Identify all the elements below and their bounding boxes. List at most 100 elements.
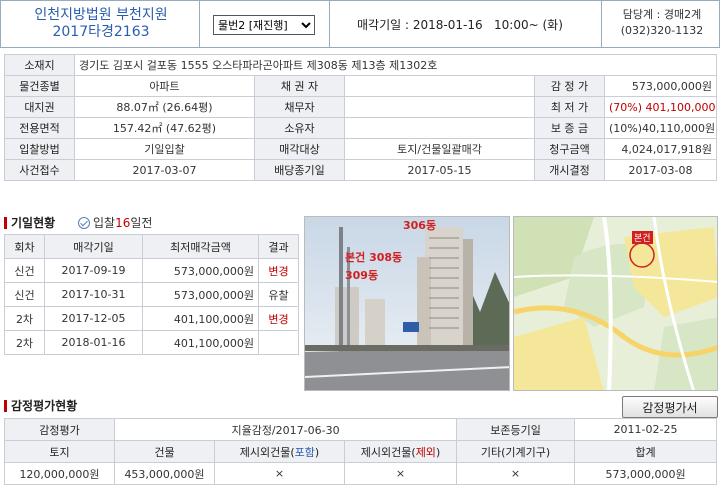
column-header: 합계: [574, 440, 718, 463]
registration-value: 2011-02-25: [574, 418, 718, 441]
price-cell: 401,100,000원: [142, 306, 259, 331]
deposit-value: (10%)40,110,000원: [604, 117, 717, 139]
info-label: 입찰방법: [4, 138, 75, 160]
info-label: 전용면적: [4, 117, 75, 139]
info-label: 사건접수: [4, 159, 75, 181]
column-header: 최저매각금액: [142, 234, 259, 259]
info-label: 대지권: [4, 96, 75, 118]
land-value: 120,000,000원: [4, 462, 115, 485]
info-label: 최 저 가: [534, 96, 605, 118]
info-value: [344, 117, 535, 139]
info-label: 배당종기일: [254, 159, 345, 181]
item-select[interactable]: 물번2 [재진행]: [213, 15, 315, 35]
table-row: 대지권 88.07㎡ (26.64평) 채무자 최 저 가 (70%) 401,…: [4, 96, 717, 118]
map-marker[interactable]: 본건: [632, 231, 653, 244]
table-row: 입찰방법 기일입찰 매각대상 토지/건물일괄매각 청구금액 4,024,017,…: [4, 138, 717, 160]
included-tag: 포함: [294, 445, 315, 459]
info-value: 157.42㎡ (47.62평): [74, 117, 255, 139]
minimum-price: (70%) 401,100,000원: [604, 96, 717, 118]
building-photo-image: [305, 217, 509, 390]
auction-date-label: 매각기일: [357, 18, 402, 32]
appraised-price: 573,000,000원: [604, 75, 717, 97]
excluded-tag: 제외: [415, 445, 436, 459]
property-photo[interactable]: 306동 본건 308동 309동: [304, 216, 510, 391]
info-value: 2017-05-15: [344, 159, 535, 181]
court-name: 인천지방법원 부천지원: [34, 7, 168, 23]
info-label: 소유자: [254, 117, 345, 139]
registration-label: 보존등기일: [456, 418, 576, 441]
tender-days: 16: [115, 215, 131, 230]
result-cell: [258, 330, 299, 355]
total-value: 573,000,000원: [574, 462, 718, 485]
info-value: 2017-03-07: [74, 159, 255, 181]
round-cell: 2차: [4, 306, 45, 331]
auction-history-table: 회차 매각기일 최저매각금액 결과 신건 2017-09-19 573,000,…: [4, 234, 299, 355]
auction-date: 매각기일 : 2018-01-16 10:00~ (화): [357, 16, 563, 33]
column-header: 건물: [114, 440, 215, 463]
appraisal-section-title: 감정평가현황: [4, 397, 77, 414]
date-cell: 2018-01-16: [44, 330, 143, 355]
column-header: 제시외건물(제외): [343, 440, 458, 463]
case-number: 2017타경2163: [52, 24, 150, 40]
round-cell: 2차: [4, 330, 45, 355]
info-value: 아파트: [74, 75, 255, 97]
price-cell: 573,000,000원: [142, 258, 259, 283]
label-308: 본건 308동: [345, 251, 403, 264]
appraisal-table: 감정평가 지율감정/2017-06-30 보존등기일 2011-02-25 토지…: [4, 418, 718, 485]
property-info-table: 소재지 경기도 김포시 걸포동 1555 오스타파라곤아파트 제308동 제13…: [4, 54, 717, 181]
history-title: 기일현황: [11, 216, 56, 230]
info-label: 매각대상: [254, 138, 345, 160]
info-value: 토지/건물일괄매각: [344, 138, 535, 160]
extra-excluded-value: ×: [343, 462, 458, 485]
result-cell: 변경: [258, 306, 299, 331]
header-divider: [199, 1, 200, 47]
label-306: 306동: [403, 219, 437, 232]
contact-dept: 담당계 : 경매2계: [622, 8, 702, 21]
tender-countdown: 입찰 16 일전: [78, 214, 152, 231]
map-image: [514, 217, 717, 390]
info-label: 채 권 자: [254, 75, 345, 97]
table-header-row: 토지 건물 제시외건물(포함) 제시외건물(제외) 기타(기계기구) 합계: [4, 440, 718, 463]
info-label: 물건종별: [4, 75, 75, 97]
section-marker: [4, 399, 7, 412]
header-divider: [329, 1, 330, 47]
location-value: 경기도 김포시 걸포동 1555 오스타파라곤아파트 제308동 제13층 제1…: [74, 54, 717, 76]
building-value: 453,000,000원: [114, 462, 215, 485]
appraisal-title: 감정평가현황: [11, 399, 78, 413]
section-marker: [4, 216, 7, 229]
info-value: [344, 75, 535, 97]
info-label: 청구금액: [534, 138, 605, 160]
header-divider: [601, 1, 602, 47]
table-row: 전용면적 157.42㎡ (47.62평) 소유자 보 증 금 (10%)40,…: [4, 117, 717, 139]
date-cell: 2017-10-31: [44, 282, 143, 307]
info-label: 개시결정: [534, 159, 605, 181]
info-value: [344, 96, 535, 118]
tender-suffix: 일전: [130, 216, 153, 230]
auction-date-value: : 2018-01-16 10:00~ (화): [405, 18, 563, 32]
result-cell: 변경: [258, 258, 299, 283]
date-cell: 2017-12-05: [44, 306, 143, 331]
table-row: 소재지 경기도 김포시 걸포동 1555 오스타파라곤아파트 제308동 제13…: [4, 54, 717, 76]
column-header: 토지: [4, 440, 115, 463]
history-section-title: 기일현황: [4, 214, 55, 231]
location-map[interactable]: 본건: [513, 216, 718, 391]
appraisal-value: 지율감정/2017-06-30: [113, 418, 458, 441]
label-309: 309동: [345, 269, 379, 282]
info-value: 2017-03-08: [604, 159, 717, 181]
table-row: 신건 2017-09-19 573,000,000원 변경: [4, 258, 299, 283]
appraisal-report-button[interactable]: 감정평가서: [622, 396, 718, 418]
table-row: 감정평가 지율감정/2017-06-30 보존등기일 2011-02-25: [4, 418, 718, 441]
court-title: 인천지방법원 부천지원 2017타경2163: [11, 7, 191, 41]
info-label: 보 증 금: [534, 117, 605, 139]
table-row: 신건 2017-10-31 573,000,000원 유찰: [4, 282, 299, 307]
info-label: 채무자: [254, 96, 345, 118]
column-header: 매각기일: [44, 234, 143, 259]
table-row: 2차 2018-01-16 401,100,000원: [4, 330, 299, 355]
result-cell: 유찰: [258, 282, 299, 307]
table-header-row: 회차 매각기일 최저매각금액 결과: [4, 234, 299, 259]
contact-info: 담당계 : 경매2계 (032)320-1132: [607, 7, 717, 39]
machinery-value: ×: [456, 462, 576, 485]
table-row: 사건접수 2017-03-07 배당종기일 2017-05-15 개시결정 20…: [4, 159, 717, 181]
claim-amount: 4,024,017,918원: [604, 138, 717, 160]
table-row: 2차 2017-12-05 401,100,000원 변경: [4, 306, 299, 331]
